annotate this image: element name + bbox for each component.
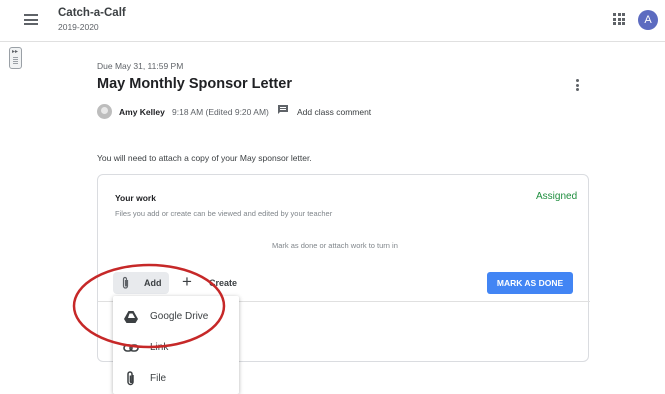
plus-icon[interactable]: +	[182, 272, 192, 292]
google-drive-icon	[124, 311, 138, 323]
apps-grid-icon[interactable]	[613, 13, 625, 25]
add-button-label: Add	[144, 278, 162, 288]
assignment-instructions: You will need to attach a copy of your M…	[97, 153, 312, 163]
due-date: Due May 31, 11:59 PM	[97, 61, 184, 71]
menu-item-label: File	[150, 373, 167, 384]
top-bar: Catch-a-Calf 2019-2020 A	[0, 0, 665, 42]
add-menu: Google Drive Link File	[113, 296, 239, 394]
double-chevron-icon: ▸▸	[12, 49, 19, 55]
more-options-icon[interactable]	[576, 79, 580, 93]
menu-item-google-drive[interactable]: Google Drive	[113, 302, 239, 332]
paperclip-icon	[127, 371, 134, 386]
class-name[interactable]: Catch-a-Calf	[58, 7, 126, 19]
post-time: 9:18 AM (Edited 9:20 AM)	[172, 107, 269, 117]
author-name: Amy Kelley	[119, 107, 165, 117]
class-year: 2019-2020	[58, 22, 99, 32]
link-icon	[123, 344, 139, 352]
create-button[interactable]: Create	[209, 278, 237, 288]
comment-icon[interactable]	[277, 104, 289, 116]
menu-item-file[interactable]: File	[113, 364, 239, 394]
add-class-comment-link[interactable]: Add class comment	[297, 107, 371, 117]
menu-item-label: Google Drive	[150, 311, 209, 322]
status-badge: Assigned	[536, 191, 578, 202]
your-work-title: Your work	[115, 193, 156, 203]
account-avatar[interactable]: A	[638, 10, 658, 30]
author-avatar	[97, 104, 112, 119]
mark-as-done-button[interactable]: MARK AS DONE	[487, 272, 573, 294]
assignment-title: May Monthly Sponsor Letter	[97, 76, 292, 92]
menu-icon[interactable]	[24, 14, 38, 25]
paperclip-icon	[122, 276, 129, 289]
add-button[interactable]: Add	[113, 272, 169, 294]
side-panel-handle[interactable]: ▸▸	[9, 47, 22, 69]
turn-in-hint: Mark as done or attach work to turn in	[272, 241, 398, 250]
your-work-description: Files you add or create can be viewed an…	[115, 209, 333, 218]
menu-item-link[interactable]: Link	[113, 333, 239, 363]
menu-item-label: Link	[150, 342, 169, 353]
grip-icon	[13, 57, 18, 65]
